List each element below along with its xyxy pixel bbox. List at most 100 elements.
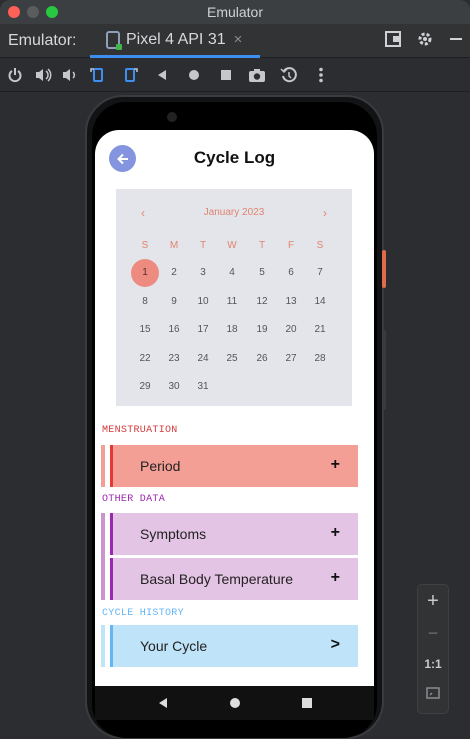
calendar-day[interactable]: 12 (248, 288, 276, 316)
add-bbt-button[interactable]: + (331, 569, 340, 587)
calendar-day[interactable]: 28 (306, 345, 334, 373)
window-controls (8, 6, 58, 18)
device-icon (106, 30, 122, 50)
open-cycle-button[interactable]: > (331, 636, 340, 654)
calendar-day[interactable]: 11 (218, 288, 246, 316)
calendar-month: January 2023 (203, 207, 265, 218)
window-layout-icon[interactable] (384, 30, 402, 48)
period-card[interactable]: Period + (110, 445, 358, 487)
weekday-label: S (316, 240, 324, 251)
window-title: Emulator (206, 4, 264, 20)
nav-home-icon[interactable] (229, 697, 241, 709)
bbt-label: Basal Body Temperature (140, 571, 294, 587)
calendar-day[interactable]: 19 (248, 316, 276, 344)
calendar-day[interactable]: 30 (160, 373, 188, 401)
row-indicator (101, 625, 105, 667)
calendar-day[interactable]: 10 (189, 288, 217, 316)
weekday-label: T (199, 240, 207, 251)
emulator-toolbar (0, 58, 470, 92)
volume-down-icon[interactable] (60, 66, 78, 84)
calendar-day[interactable]: 4 (218, 259, 246, 287)
row-indicator (101, 445, 105, 487)
zoom-in-button[interactable]: + (418, 590, 448, 613)
calendar-day[interactable]: 3 (189, 259, 217, 287)
tab-bar: Emulator: Pixel 4 API 31 × (0, 24, 470, 58)
fit-screen-icon (426, 687, 440, 699)
cycle-row[interactable]: Your Cycle > (101, 625, 358, 667)
close-window-button[interactable] (8, 6, 20, 18)
zoom-controls: + − 1:1 (417, 584, 449, 714)
calendar-day[interactable]: 13 (277, 288, 305, 316)
calendar-day[interactable]: 17 (189, 316, 217, 344)
calendar-day[interactable]: 23 (160, 345, 188, 373)
calendar-day-selected[interactable]: 1 (131, 259, 159, 287)
add-period-button[interactable]: + (331, 456, 340, 474)
rotate-left-icon[interactable] (89, 66, 107, 84)
page-title: Cycle Log (193, 148, 276, 167)
calendar-day[interactable]: 29 (131, 373, 159, 401)
cycle-card[interactable]: Your Cycle > (110, 625, 358, 667)
calendar-day[interactable]: 14 (306, 288, 334, 316)
tab-close-icon[interactable]: × (234, 31, 243, 48)
rotate-right-icon[interactable] (121, 66, 139, 84)
power-side-button[interactable] (382, 250, 386, 288)
emulator-label: Emulator: (8, 32, 77, 49)
app-screen: Cycle Log ‹ January 2023 › SMTWTFS123456… (95, 130, 374, 686)
calendar-day[interactable]: 24 (189, 345, 217, 373)
tab-device[interactable]: Pixel 4 API 31 × (90, 24, 260, 58)
symptoms-card[interactable]: Symptoms + (110, 513, 358, 555)
zoom-window-button[interactable] (46, 6, 58, 18)
calendar-day[interactable]: 5 (248, 259, 276, 287)
volume-side-button[interactable] (382, 330, 386, 410)
minimize-window-button[interactable] (27, 6, 39, 18)
add-symptoms-button[interactable]: + (331, 524, 340, 542)
weekday-label: F (287, 240, 295, 251)
calendar-day[interactable]: 26 (248, 345, 276, 373)
front-camera (167, 112, 177, 122)
snapshot-icon[interactable] (280, 66, 298, 84)
section-cycle-history: CYCLE HISTORY (102, 608, 184, 619)
calendar-day[interactable]: 7 (306, 259, 334, 287)
calendar-day[interactable]: 21 (306, 316, 334, 344)
tabbar-actions (384, 30, 464, 48)
weekday-label: M (169, 240, 179, 251)
calendar-day[interactable]: 6 (277, 259, 305, 287)
calendar: ‹ January 2023 › S M T W T F S 1 2 3 4 5 6 7 8 9 10 11 12 1… (116, 189, 352, 406)
calendar-day[interactable]: 2 (160, 259, 188, 287)
calendar-day[interactable]: 8 (131, 288, 159, 316)
nav-back-icon[interactable] (157, 697, 169, 709)
home-icon[interactable] (185, 66, 203, 84)
section-menstruation: MENSTRUATION (102, 425, 178, 436)
bbt-card[interactable]: Basal Body Temperature + (110, 558, 358, 600)
power-icon[interactable] (6, 66, 24, 84)
calendar-day[interactable]: 27 (277, 345, 305, 373)
emulator-window: Emulator Emulator: Pixel 4 API 31 × Cycl… (0, 0, 470, 739)
overview-icon[interactable] (217, 66, 235, 84)
screenshot-icon[interactable] (248, 66, 266, 84)
symptoms-row[interactable]: Symptoms + (101, 513, 358, 600)
bbt-row[interactable]: Basal Body Temperature + (101, 558, 358, 600)
back-icon[interactable] (153, 66, 171, 84)
calendar-day[interactable]: 31 (189, 373, 217, 401)
fit-screen-button[interactable] (418, 685, 448, 706)
calendar-day[interactable]: 15 (131, 316, 159, 344)
calendar-next-button[interactable]: › (323, 206, 327, 220)
period-row[interactable]: Period + (101, 445, 358, 487)
more-icon[interactable] (312, 66, 330, 84)
gear-icon[interactable] (416, 30, 434, 48)
calendar-day[interactable]: 22 (131, 345, 159, 373)
section-other-data: OTHER DATA (102, 494, 166, 505)
calendar-day[interactable]: 20 (277, 316, 305, 344)
calendar-day[interactable]: 9 (160, 288, 188, 316)
android-nav-bar (95, 686, 374, 720)
calendar-day[interactable]: 16 (160, 316, 188, 344)
title-bar: Emulator (0, 0, 470, 24)
minimize-panel-icon[interactable] (448, 30, 464, 48)
period-label: Period (140, 458, 181, 474)
zoom-ratio-button[interactable]: 1:1 (418, 657, 448, 671)
calendar-day[interactable]: 25 (218, 345, 246, 373)
zoom-out-button[interactable]: − (418, 623, 448, 644)
volume-up-icon[interactable] (34, 66, 52, 84)
nav-recents-icon[interactable] (301, 697, 313, 709)
calendar-day[interactable]: 18 (218, 316, 246, 344)
